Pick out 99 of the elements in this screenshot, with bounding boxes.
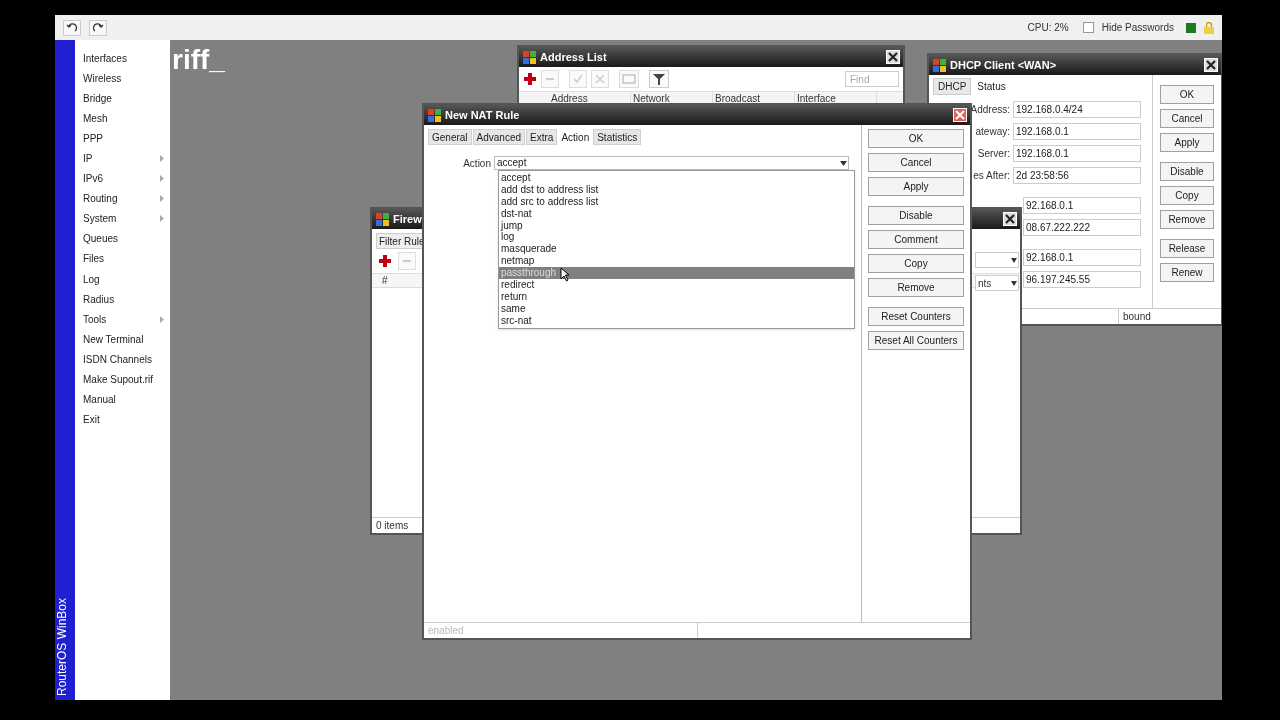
menu-item[interactable]: Manual xyxy=(83,389,164,410)
status-text: enabled xyxy=(428,624,464,638)
hide-passwords-checkbox[interactable] xyxy=(1082,22,1094,33)
undo-icon[interactable] xyxy=(63,19,81,36)
dropdown-option[interactable]: masquerade xyxy=(499,243,854,256)
cpu-readout: CPU: 2% xyxy=(1027,21,1069,35)
app-icon xyxy=(933,58,946,72)
dropdown-option[interactable]: add src to address list xyxy=(499,195,854,208)
brand-label: RouterOS WinBox xyxy=(54,597,70,696)
field-label: es After: xyxy=(973,169,1010,183)
dialog-button[interactable]: Apply xyxy=(1160,133,1214,152)
dialog-button[interactable]: Disable xyxy=(1160,162,1214,181)
value-field: 92.168.0.1 xyxy=(1023,249,1141,266)
dialog-button[interactable]: Disable xyxy=(868,206,964,225)
menu-item[interactable]: PPP xyxy=(83,128,164,149)
item-count: 0 items xyxy=(376,519,409,533)
action-dropdown[interactable]: accept xyxy=(494,156,849,170)
dropdown-option[interactable]: accept xyxy=(499,172,854,184)
app-icon xyxy=(428,108,441,122)
dialog-button[interactable]: Reset All Counters xyxy=(868,331,964,350)
tab[interactable]: General xyxy=(428,129,472,145)
column-header[interactable]: # xyxy=(382,273,388,288)
dropdown-field[interactable]: nts xyxy=(975,275,1019,291)
status-square-icon xyxy=(1186,22,1196,33)
value-field: 08.67.222.222 xyxy=(1023,219,1141,236)
menu-item[interactable]: Queues xyxy=(83,228,164,249)
dropdown-option[interactable]: src-nat xyxy=(499,314,854,327)
menu-item[interactable]: Tools xyxy=(83,309,164,330)
value-field: 192.168.0.1 xyxy=(1013,123,1141,140)
menu-item[interactable]: ISDN Channels xyxy=(83,349,164,370)
redo-icon[interactable] xyxy=(89,19,107,36)
app-icon xyxy=(523,50,536,64)
value-field: 92.168.0.1 xyxy=(1023,197,1141,214)
dropdown-field[interactable] xyxy=(975,252,1019,268)
dialog-button[interactable]: Cancel xyxy=(1160,109,1214,128)
pointer-icon xyxy=(560,267,570,282)
menu-item[interactable]: Bridge xyxy=(83,88,164,109)
dropdown-option[interactable]: return xyxy=(499,290,854,303)
menu-item[interactable]: New Terminal xyxy=(83,329,164,350)
value-field: 2d 23:58:56 xyxy=(1013,167,1141,184)
menu-item[interactable]: Exit xyxy=(83,409,164,430)
dialog-button[interactable]: Copy xyxy=(1160,186,1214,205)
dialog-button[interactable]: Apply xyxy=(868,177,964,196)
menu-item[interactable]: System xyxy=(83,208,164,229)
check-icon[interactable] xyxy=(569,70,587,88)
value-field: 192.168.0.1 xyxy=(1013,145,1141,162)
dropdown-arrow-icon xyxy=(839,158,848,168)
field-label: ateway: xyxy=(975,125,1010,139)
tab[interactable]: Statistics xyxy=(593,129,642,145)
add-icon[interactable] xyxy=(523,72,537,86)
dialog-button[interactable]: Reset Counters xyxy=(868,307,964,326)
close-icon[interactable] xyxy=(1204,58,1218,72)
add-icon[interactable] xyxy=(378,254,392,268)
dialog-button[interactable]: Release xyxy=(1160,239,1214,258)
dialog-button[interactable]: Remove xyxy=(868,278,964,297)
dialog-button[interactable]: Renew xyxy=(1160,263,1214,282)
dropdown-option[interactable]: redirect xyxy=(499,279,854,291)
dropdown-option[interactable]: log xyxy=(499,231,854,244)
menu-item[interactable]: Log xyxy=(83,269,164,290)
hide-passwords-label: Hide Passwords xyxy=(1101,21,1174,35)
dialog-button[interactable]: Remove xyxy=(1160,210,1214,229)
window-title: DHCP Client <WAN> xyxy=(950,57,1057,73)
lock-icon xyxy=(1204,21,1214,34)
close-icon[interactable] xyxy=(886,50,900,64)
dropdown-option[interactable]: jump xyxy=(499,219,854,232)
dialog-button[interactable]: Comment xyxy=(868,230,964,249)
dialog-button[interactable]: OK xyxy=(1160,85,1214,104)
dialog-button[interactable]: Copy xyxy=(868,254,964,273)
menu-item[interactable]: Routing xyxy=(83,188,164,209)
field-label: Action xyxy=(462,156,492,171)
close-icon[interactable] xyxy=(1003,212,1017,226)
menu-item[interactable]: Mesh xyxy=(83,108,164,129)
status-text: bound xyxy=(1122,310,1152,324)
value-field: 192.168.0.4/24 xyxy=(1013,101,1141,118)
dropdown-option[interactable]: same xyxy=(499,302,854,315)
menu-item[interactable]: Wireless xyxy=(83,68,164,89)
value-field: 96.197.245.55 xyxy=(1023,271,1141,288)
window-title: Firew xyxy=(393,211,422,227)
menu-item[interactable]: Radius xyxy=(83,289,164,310)
menu-item[interactable]: Interfaces xyxy=(83,48,164,69)
menu-item[interactable]: IPv6 xyxy=(83,168,164,189)
dropdown-option[interactable]: add dst to address list xyxy=(499,183,854,196)
dialog-button[interactable]: Cancel xyxy=(868,153,964,172)
find-field[interactable]: Find xyxy=(845,71,899,87)
desktop-text: riff_ xyxy=(172,46,225,74)
tab[interactable]: DHCP xyxy=(933,78,972,95)
window-title: New NAT Rule xyxy=(445,107,520,123)
field-label: Server: xyxy=(977,147,1010,161)
dialog-button[interactable]: OK xyxy=(868,129,964,148)
dropdown-option[interactable]: dst-nat xyxy=(499,207,854,220)
window-title: Address List xyxy=(540,49,607,65)
filter-icon[interactable] xyxy=(649,70,669,88)
app-icon xyxy=(376,212,389,226)
menu-item[interactable]: Make Supout.rif xyxy=(83,369,164,390)
tab[interactable]: Extra xyxy=(526,129,558,145)
tab[interactable]: Advanced xyxy=(472,129,526,145)
menu-item[interactable]: IP xyxy=(83,148,164,169)
dropdown-option[interactable]: netmap xyxy=(499,255,854,268)
menu-item[interactable]: Files xyxy=(83,248,164,270)
